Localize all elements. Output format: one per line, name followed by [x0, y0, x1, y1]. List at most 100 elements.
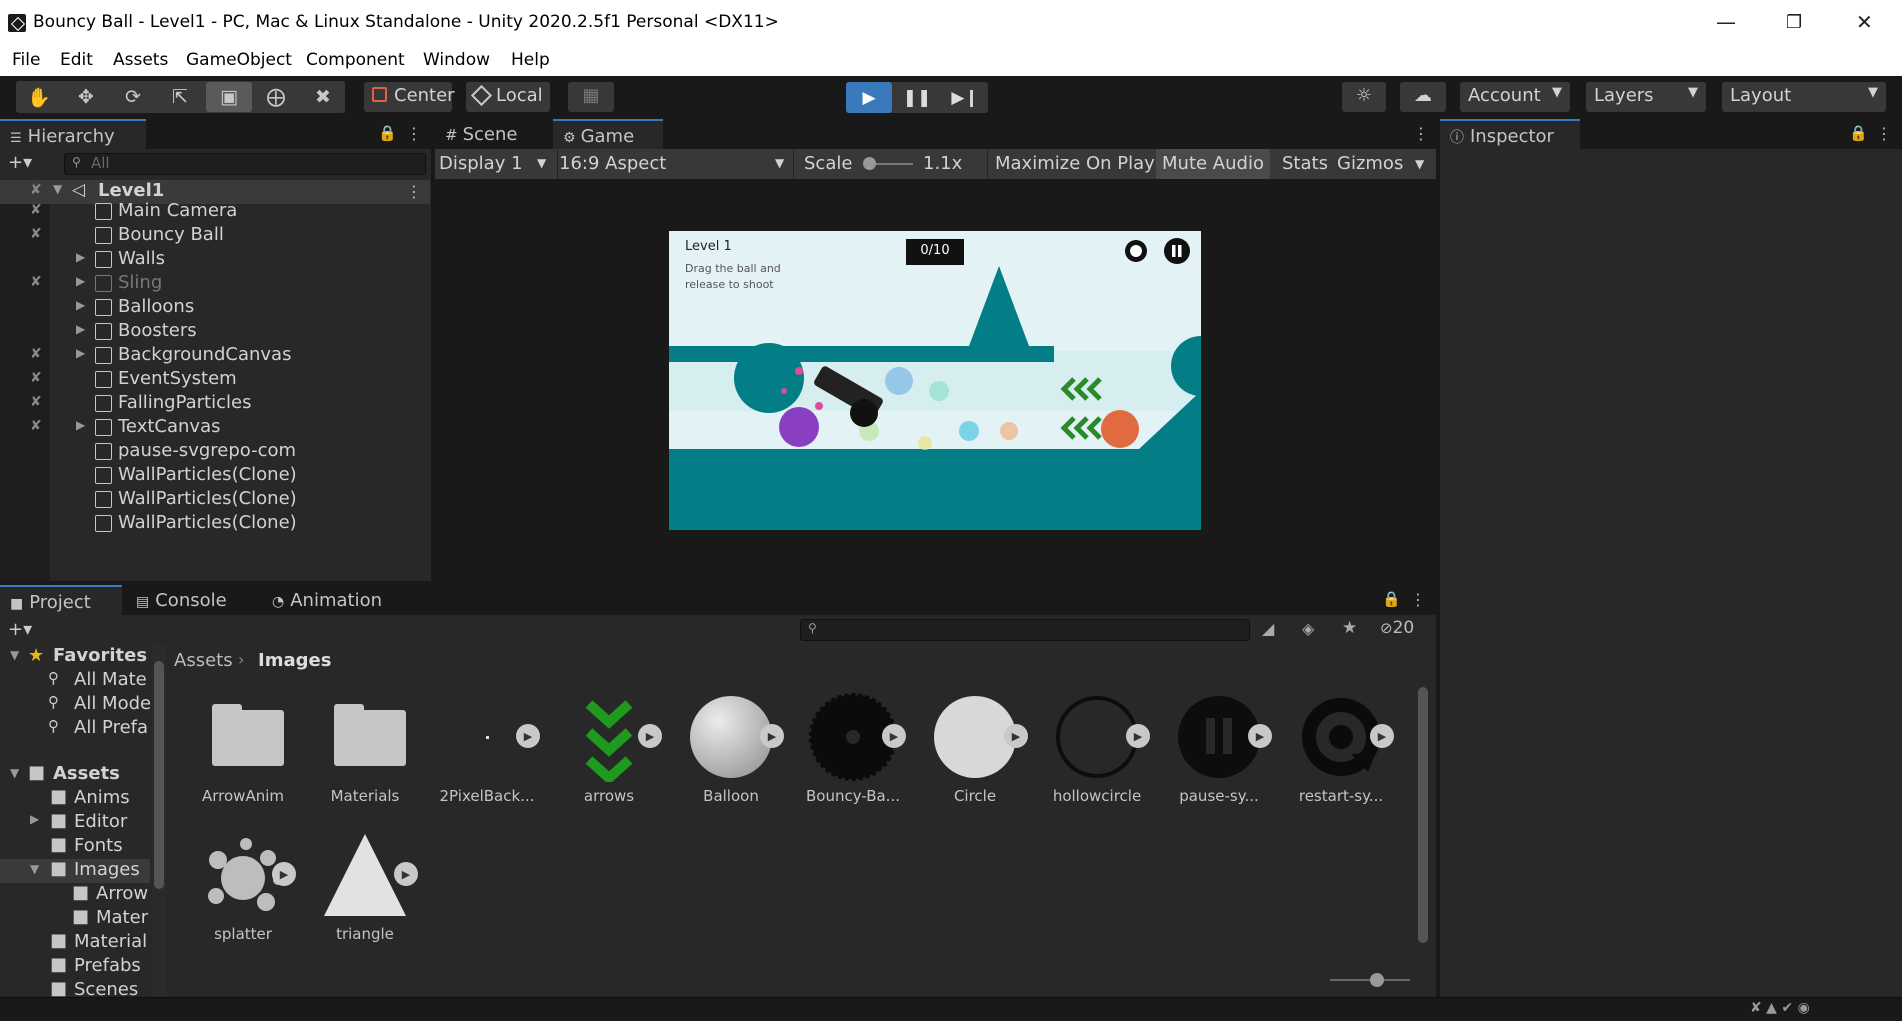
tab-inspector[interactable]: ⓘ Inspector	[1440, 119, 1580, 149]
tab-game[interactable]: ⚙ Game	[553, 119, 663, 149]
restart-icon[interactable]	[1124, 239, 1148, 263]
minimize-icon[interactable]: —	[1716, 10, 1736, 34]
grid-scrollbar-thumb[interactable]	[1418, 687, 1428, 943]
folder-item[interactable]: Editor	[74, 811, 127, 832]
more-menu-icon[interactable]: ⋮	[1876, 124, 1892, 143]
hidden-packages-toggle[interactable]: ⊘20	[1380, 618, 1414, 638]
breadcrumb-assets[interactable]: Assets	[174, 650, 233, 671]
layout-dropdown[interactable]: Layout ▼	[1722, 82, 1886, 112]
folder-item-selected[interactable]: Images	[74, 859, 140, 880]
hierarchy-item[interactable]: ▶ Walls	[0, 248, 430, 272]
tab-scene[interactable]: # Scene	[435, 119, 550, 149]
rect-tool-icon[interactable]: ▣	[206, 82, 252, 112]
play-preview-icon[interactable]: ▶	[516, 724, 540, 748]
play-preview-icon[interactable]: ▶	[760, 724, 784, 748]
project-search-input[interactable]: ⚲	[800, 619, 1250, 641]
menu-gameobject[interactable]: GameObject	[186, 50, 292, 70]
close-icon[interactable]: ✕	[1856, 10, 1873, 34]
folder-item[interactable]: Mater	[96, 907, 148, 928]
visibility-icon[interactable]: ✘	[30, 418, 42, 434]
menu-help[interactable]: Help	[511, 50, 550, 70]
lock-icon[interactable]: 🔒	[1849, 124, 1868, 142]
menu-component[interactable]: Component	[306, 50, 405, 70]
hierarchy-item[interactable]: ✘ Main Camera	[0, 200, 430, 224]
transform-tool-icon[interactable]: ⨁	[253, 82, 299, 112]
expand-arrow-icon[interactable]: ▼	[10, 648, 19, 662]
zoom-slider-thumb[interactable]	[1370, 973, 1384, 987]
favorite-item[interactable]: All Mate	[74, 669, 147, 690]
asset-tile[interactable]: ▶ triangle	[315, 830, 418, 960]
hierarchy-item[interactable]: ✘ Bouncy Ball	[0, 224, 430, 248]
asset-tile[interactable]: ▶ splatter	[193, 830, 296, 960]
hierarchy-item[interactable]: ▶ Boosters	[0, 320, 430, 344]
asset-tile[interactable]: ▶ Circle	[925, 692, 1028, 822]
menu-assets[interactable]: Assets	[113, 50, 168, 70]
collab-icon[interactable]: ☼	[1342, 82, 1386, 112]
custom-tool-icon[interactable]: ✖	[300, 82, 346, 112]
pivot-local-button[interactable]: Local	[466, 82, 550, 112]
expand-arrow-icon[interactable]: ▶	[76, 274, 85, 288]
asset-tile[interactable]: ArrowAnim	[193, 692, 293, 822]
filter-type-icon[interactable]: ◢	[1262, 619, 1274, 638]
asset-tile[interactable]: ▶ 2PixelBack...	[437, 692, 540, 822]
expand-arrow-icon[interactable]: ▶	[30, 812, 39, 826]
play-preview-icon[interactable]: ▶	[1126, 724, 1150, 748]
hierarchy-item[interactable]: ✘ FallingParticles	[0, 392, 430, 416]
favorite-item[interactable]: All Mode	[74, 693, 151, 714]
gizmos-chevron-icon[interactable]: ▼	[1415, 157, 1424, 171]
folder-item[interactable]: Prefabs	[74, 955, 141, 976]
tab-animation[interactable]: ◔ Animation	[262, 585, 402, 615]
hierarchy-search-input[interactable]: ⚲ All	[64, 153, 426, 175]
mute-audio-toggle[interactable]: Mute Audio	[1156, 149, 1270, 179]
expand-arrow-icon[interactable]: ▶	[76, 250, 85, 264]
play-preview-icon[interactable]: ▶	[882, 724, 906, 748]
lock-icon[interactable]: 🔒	[378, 124, 397, 142]
rotate-tool-icon[interactable]: ⟳	[110, 82, 156, 112]
more-menu-icon[interactable]: ⋮	[406, 124, 422, 143]
hierarchy-item[interactable]: ✘ ▶ TextCanvas	[0, 416, 430, 440]
tree-scrollbar-thumb[interactable]	[154, 661, 164, 889]
hierarchy-item[interactable]: ✘ EventSystem	[0, 368, 430, 392]
asset-tile[interactable]: ▶ restart-sy...	[1291, 692, 1394, 822]
visibility-icon[interactable]: ✘	[30, 394, 42, 410]
stats-toggle[interactable]: Stats	[1276, 149, 1334, 179]
tree-scrollbar[interactable]	[152, 645, 166, 997]
maximize-on-play-toggle[interactable]: Maximize On Play	[989, 149, 1161, 179]
favorite-item[interactable]: All Prefa	[74, 717, 148, 738]
hierarchy-item[interactable]: WallParticles(Clone)	[0, 512, 430, 536]
hierarchy-item[interactable]: ✘ ▶ BackgroundCanvas	[0, 344, 430, 368]
game-view[interactable]: Level 1 Drag the ball and release to sho…	[669, 231, 1201, 530]
grid-scrollbar[interactable]	[1416, 675, 1430, 965]
lock-icon[interactable]: 🔒	[1382, 590, 1401, 608]
more-menu-icon[interactable]: ⋮	[1413, 124, 1429, 143]
restore-icon[interactable]: ❐	[1786, 12, 1802, 33]
menu-edit[interactable]: Edit	[60, 50, 93, 70]
folder-item[interactable]: Arrow	[96, 883, 148, 904]
expand-arrow-icon[interactable]: ▶	[76, 418, 85, 432]
folder-item[interactable]: Anims	[74, 787, 130, 808]
account-dropdown[interactable]: Account ▼	[1460, 82, 1570, 112]
favorite-star-icon[interactable]: ★	[1342, 618, 1357, 638]
hand-tool-icon[interactable]: ✋	[16, 82, 62, 112]
hierarchy-item[interactable]: WallParticles(Clone)	[0, 464, 430, 488]
create-button[interactable]: +▾	[8, 152, 32, 173]
step-icon[interactable]: ▶❙	[942, 82, 988, 113]
visibility-icon[interactable]: ✘	[30, 182, 42, 198]
scene-menu-icon[interactable]: ⋮	[406, 182, 422, 201]
asset-tile[interactable]: ▶ Balloon	[681, 692, 784, 822]
folder-item[interactable]: Material	[74, 931, 147, 952]
play-preview-icon[interactable]: ▶	[1370, 724, 1394, 748]
pause-icon[interactable]: ❚❚	[894, 82, 940, 113]
scale-tool-icon[interactable]: ⇱	[157, 82, 203, 112]
pause-icon[interactable]	[1164, 238, 1190, 264]
visibility-icon[interactable]: ✘	[30, 202, 42, 218]
gizmos-toggle[interactable]: Gizmos	[1331, 149, 1409, 179]
play-preview-icon[interactable]: ▶	[272, 862, 296, 886]
tab-hierarchy[interactable]: ☰ Hierarchy	[0, 119, 146, 149]
pivot-center-button[interactable]: Center	[364, 82, 455, 112]
play-preview-icon[interactable]: ▶	[394, 862, 418, 886]
grid-snap-icon[interactable]: ▦	[568, 82, 614, 112]
visibility-icon[interactable]: ✘	[30, 226, 42, 242]
favorites-label[interactable]: Favorites	[53, 645, 147, 666]
layers-dropdown[interactable]: Layers ▼	[1586, 82, 1706, 112]
